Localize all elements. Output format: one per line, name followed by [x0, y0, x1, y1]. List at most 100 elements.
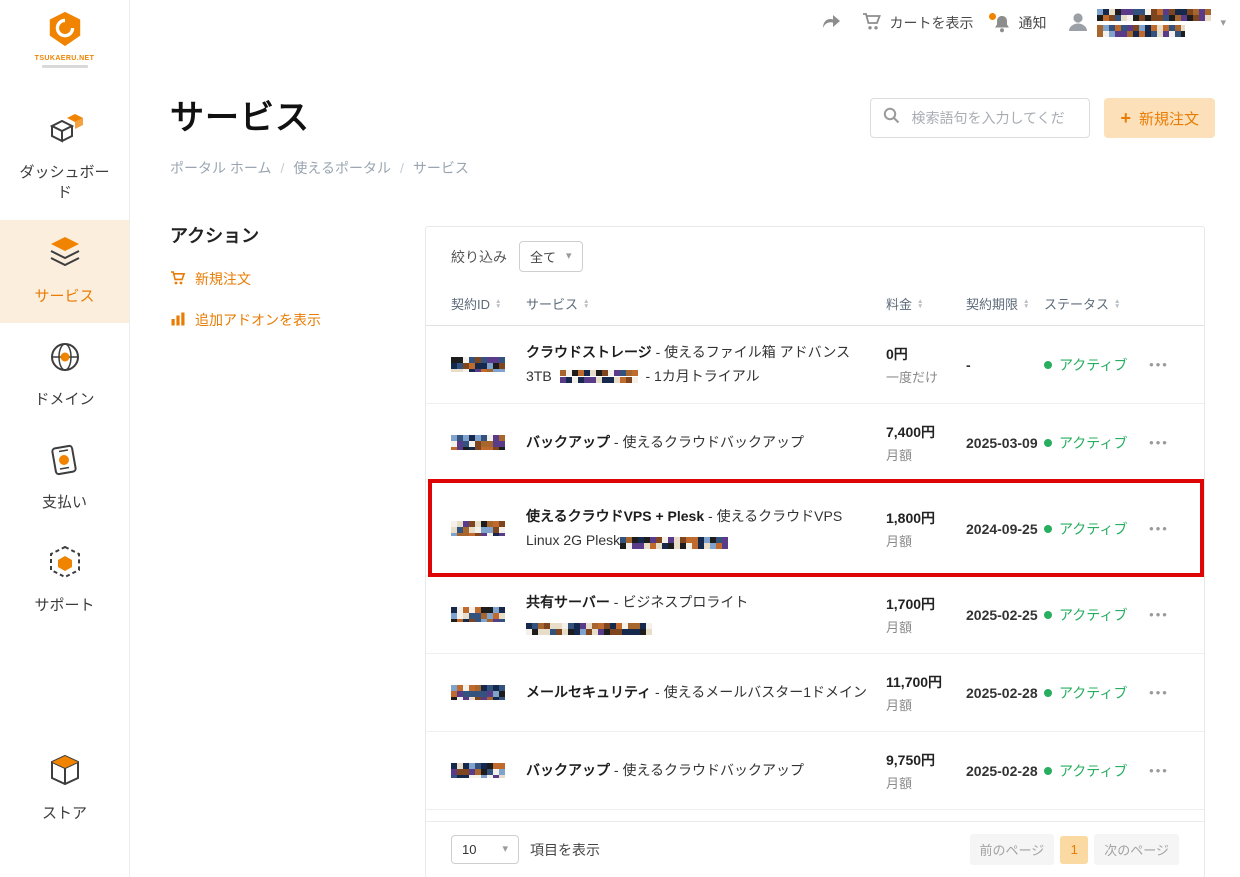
logo-tagline: [41, 65, 88, 68]
current-page[interactable]: 1: [1060, 835, 1089, 864]
actions-title: アクション: [170, 226, 260, 246]
price-period: 月額: [886, 447, 913, 463]
column-service[interactable]: サービス: [526, 294, 886, 313]
row-menu-button[interactable]: [1149, 685, 1169, 700]
expiry-date: 2025-03-09: [966, 434, 1038, 451]
logo-text: TSUKAERU.NET: [34, 55, 95, 62]
pagination: 前のページ 1 次のページ: [969, 834, 1179, 865]
table-row-highlighted[interactable]: 使えるクラウドVPS + Plesk - 使えるクラウドVPS Linux 2G…: [426, 479, 1204, 577]
share-icon[interactable]: [820, 12, 842, 35]
plus-icon: [1120, 109, 1131, 127]
column-price[interactable]: 料金: [886, 294, 966, 313]
row-menu-button[interactable]: [1149, 763, 1169, 778]
logo[interactable]: TSUKAERU.NET: [0, 0, 129, 68]
sidebar-item-label: サービス: [34, 287, 95, 305]
row-menu-button[interactable]: [1149, 435, 1169, 450]
app-window: TSUKAERU.NET ダッシュボード サービス ドメイン 支払い サポート …: [0, 0, 1240, 877]
support-box-icon: [45, 543, 85, 588]
services-icon: [45, 234, 85, 279]
sidebar-item-label: ストア: [41, 804, 87, 822]
sidebar-nav: ダッシュボード サービス ドメイン 支払い サポート ストア: [0, 96, 129, 840]
filter-row: 絞り込み 全て: [426, 227, 1204, 284]
status-dot: [1044, 524, 1052, 533]
user-menu[interactable]: [1066, 8, 1226, 38]
action-show-addons[interactable]: 追加アドオンを表示: [170, 310, 400, 330]
redacted-contract-id: [451, 762, 505, 778]
status-badge: アクティブ: [1044, 519, 1139, 539]
status-dot: [1044, 360, 1052, 369]
column-status[interactable]: ステータス: [1044, 294, 1139, 313]
search-box: [870, 98, 1091, 138]
price-period: 月額: [886, 697, 913, 713]
new-order-label: 新規注文: [1138, 110, 1199, 128]
new-order-button[interactable]: 新規注文: [1104, 98, 1215, 138]
avatar: [1066, 10, 1090, 37]
column-contract-id[interactable]: 契約ID: [451, 294, 526, 313]
bell-icon: [989, 12, 1011, 33]
price: 0円: [886, 345, 908, 362]
price: 1,800円: [886, 509, 936, 526]
invoice-icon: [45, 440, 85, 485]
sort-icon: [917, 299, 923, 309]
sidebar-item-services[interactable]: サービス: [0, 219, 129, 323]
table-row[interactable]: バックアップ - 使えるクラウドバックアップ 7,400円 月額 2025-03-…: [426, 404, 1204, 482]
next-page-button[interactable]: 次のページ: [1094, 834, 1179, 865]
cart-icon: [862, 12, 882, 34]
redacted-text: [526, 623, 654, 636]
search-input[interactable]: [909, 109, 1078, 127]
redacted-contract-id: [451, 684, 505, 700]
notifications-label: 通知: [1018, 15, 1047, 31]
sidebar-item-billing[interactable]: 支払い: [0, 426, 129, 529]
expiry-date: 2025-02-28: [966, 762, 1038, 779]
prev-page-button[interactable]: 前のページ: [969, 834, 1055, 865]
filter-dropdown[interactable]: 全て: [519, 241, 583, 272]
page-size-select[interactable]: 10: [451, 835, 519, 864]
store-box-icon: [45, 751, 85, 796]
topbar: カートを表示 通知: [130, 0, 1240, 46]
dashboard-icon: [45, 110, 85, 155]
sidebar-item-dashboard[interactable]: ダッシュボード: [0, 96, 129, 220]
status-badge: アクティブ: [1044, 605, 1139, 625]
cart-label: カートを表示: [889, 15, 974, 31]
table-row[interactable]: 共有サーバー - ビジネスプロライト 1,700円 月額 2025-02-25 ア…: [426, 576, 1204, 654]
filter-value: 全て: [530, 250, 557, 265]
breadcrumb-home[interactable]: ポータル ホーム: [170, 158, 271, 178]
sidebar-item-label: 支払い: [41, 494, 87, 511]
logo-icon: [43, 10, 87, 53]
action-new-order[interactable]: 新規注文: [170, 269, 400, 289]
expiry-date: -: [966, 356, 971, 373]
price-period: 月額: [886, 775, 913, 791]
sidebar-item-support[interactable]: サポート: [0, 529, 129, 632]
notifications-button[interactable]: 通知: [989, 12, 1047, 33]
search-icon: [883, 107, 900, 129]
chevron-down-icon: [502, 844, 508, 855]
table-row[interactable]: クラウドストレージ - 使えるファイル箱 アドバンス3TB - 1カ月トライアル…: [426, 326, 1204, 404]
status-dot: [1044, 610, 1052, 619]
main-content: サービス ポータル ホーム 使えるポータル サービス 新規注文 アクション: [130, 46, 1240, 877]
cart-icon: [170, 270, 186, 289]
sort-icon: [1023, 299, 1029, 309]
column-expiry[interactable]: 契約期限: [966, 294, 1044, 313]
action-label: 新規注文: [195, 271, 251, 287]
redacted-contract-id: [451, 606, 505, 622]
sidebar-item-store[interactable]: ストア: [0, 737, 129, 840]
row-menu-button[interactable]: [1149, 607, 1169, 622]
chevron-down-icon: [1220, 18, 1226, 29]
user-name-redacted: [1097, 8, 1213, 38]
redacted-text: [1097, 8, 1213, 22]
redacted-contract-id: [451, 356, 505, 372]
table-footer: 10 項目を表示 前のページ 1 次のページ: [426, 821, 1204, 877]
sort-icon: [583, 299, 589, 309]
sidebar-item-label: サポート: [34, 597, 95, 615]
row-menu-button[interactable]: [1149, 521, 1169, 536]
filter-label: 絞り込み: [451, 248, 507, 265]
breadcrumb-portal[interactable]: 使えるポータル: [271, 158, 391, 178]
header-actions: 新規注文: [870, 98, 1215, 138]
sidebar-item-domain[interactable]: ドメイン: [0, 323, 129, 426]
redacted-contract-id: [451, 434, 505, 450]
table-row[interactable]: バックアップ - 使えるクラウドバックアップ 9,750円 月額 2025-02-…: [426, 732, 1204, 810]
row-menu-button[interactable]: [1149, 357, 1169, 372]
table-row[interactable]: メールセキュリティ - 使えるメールバスター1ドメイン 11,700円 月額 20…: [426, 654, 1204, 732]
status-badge: アクティブ: [1044, 683, 1139, 703]
cart-button[interactable]: カートを表示: [862, 12, 973, 34]
